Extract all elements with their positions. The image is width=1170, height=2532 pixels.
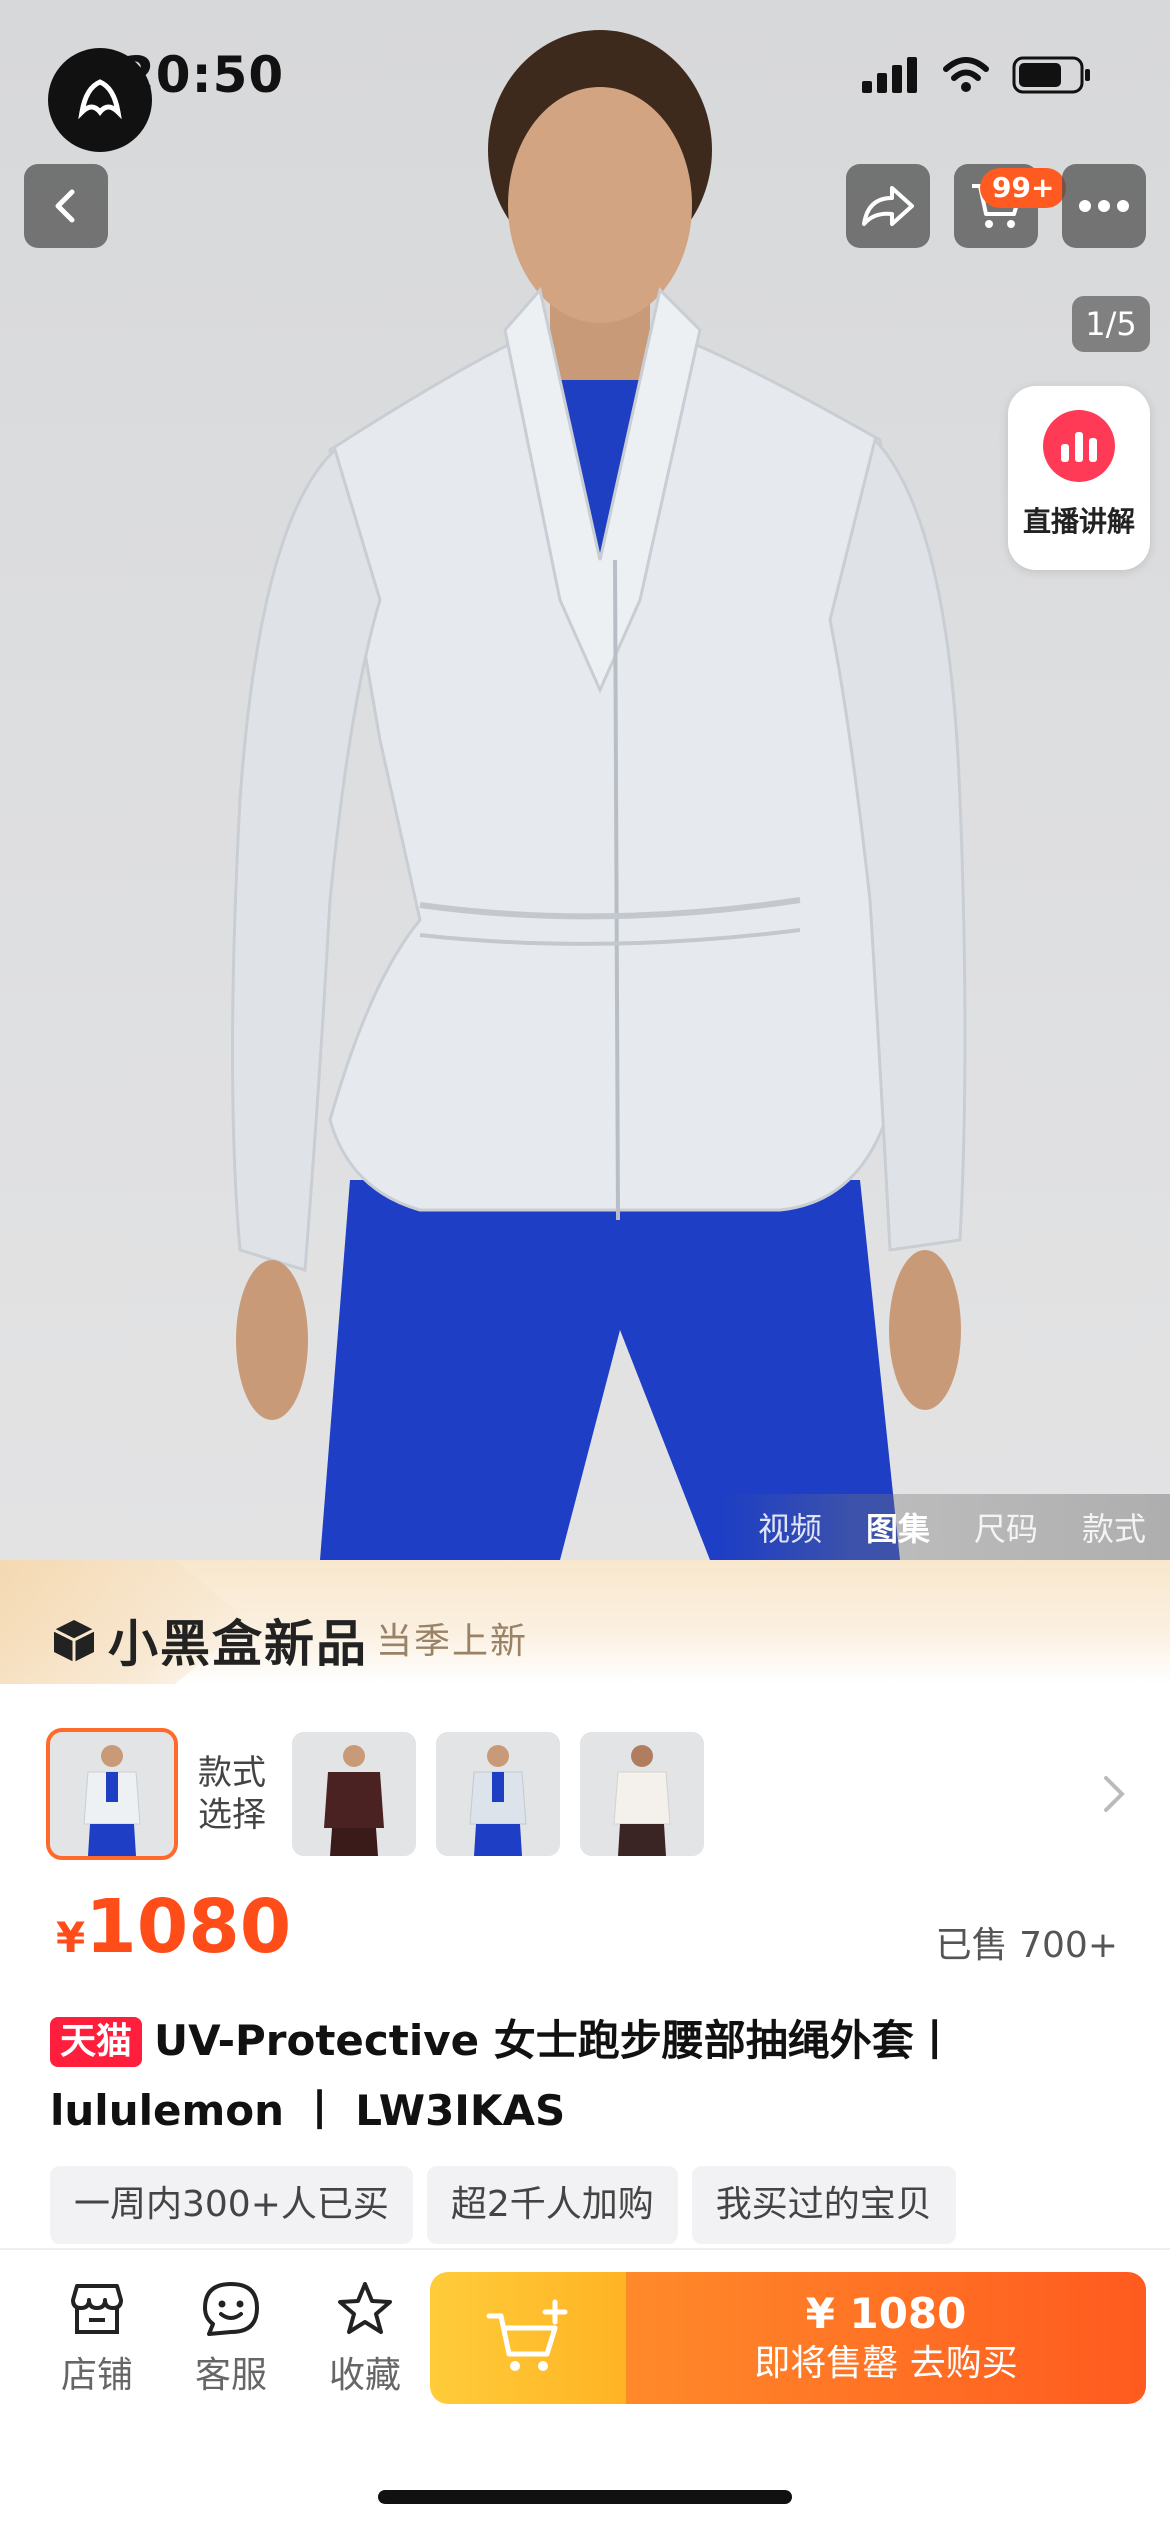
customer-service-label: 客服 (194, 2355, 267, 2396)
new-arrival-banner[interactable]: 小黑盒新品 当季上新 (0, 1560, 1170, 1684)
price: ¥1080 (56, 1884, 291, 1970)
share-arrow-icon (862, 186, 914, 226)
buy-label: 即将售罄 去购买 (754, 2343, 1018, 2384)
variant-thumb-4[interactable] (580, 1732, 704, 1856)
live-bars-icon (1043, 410, 1115, 482)
customer-service-button[interactable]: 客服 (164, 2280, 298, 2398)
product-title-text: UV-Protective 女士跑步腰部抽绳外套丨lululemon 丨 LW3… (50, 2016, 956, 2135)
product-gallery[interactable]: 20:50 99+ 1/5 直播讲解 视频 图集 尺码 款式 (0, 0, 1170, 1560)
promo-subtitle: 当季上新 (376, 1621, 529, 1662)
tmall-badge: 天猫 (50, 2017, 143, 2067)
product-title: 天猫 UV-Protective 女士跑步腰部抽绳外套丨lululemon 丨 L… (50, 2006, 1130, 2146)
cart-add-icon (486, 2299, 568, 2371)
wifi-icon (943, 57, 989, 92)
variant-image (580, 1732, 704, 1856)
more-dots-icon (1079, 200, 1129, 212)
divider (0, 2248, 1170, 2250)
buy-now-button[interactable]: ¥ 1080 即将售罄 去购买 (626, 2272, 1146, 2404)
home-indicator (378, 2490, 792, 2504)
price-amount: 1080 (85, 1884, 292, 1970)
chat-smile-icon (203, 2282, 259, 2336)
tab-size[interactable]: 尺码 (974, 1504, 1038, 1550)
variant-label: 款式 选择 (198, 1753, 266, 1835)
tab-gallery[interactable]: 图集 (866, 1504, 930, 1550)
back-button[interactable] (24, 164, 108, 248)
tag-purchased-before[interactable]: 我买过的宝贝 (691, 2166, 956, 2244)
variant-selector: 款式 选择 (46, 1728, 724, 1860)
cellular-signal-icon (862, 57, 917, 93)
social-proof-tags: 一周内300+人已买 超2千人加购 我买过的宝贝 (50, 2166, 956, 2244)
variant-thumb-1[interactable] (46, 1728, 178, 1860)
live-explain-button[interactable]: 直播讲解 (1008, 386, 1150, 570)
cart-count-badge: 99+ (980, 168, 1067, 208)
buy-price: ¥ 1080 (805, 2289, 967, 2338)
variant-thumb-2[interactable] (292, 1732, 416, 1856)
tab-video[interactable]: 视频 (758, 1504, 822, 1550)
store-icon (71, 2284, 123, 2334)
battery-icon (1012, 56, 1090, 94)
store-label: 店铺 (60, 2355, 133, 2396)
variant-image (292, 1732, 416, 1856)
variant-image (436, 1732, 560, 1856)
tag-weekly-buyers[interactable]: 一周内300+人已买 (50, 2166, 413, 2244)
chevron-left-icon (55, 189, 75, 223)
status-icons (862, 56, 1092, 94)
purchase-bar: ¥ 1080 即将售罄 去购买 (430, 2272, 1146, 2404)
variant-thumb-3[interactable] (436, 1732, 560, 1856)
promo-title: 小黑盒新品 (108, 1615, 368, 1673)
share-button[interactable] (846, 164, 930, 248)
favorite-button[interactable]: 收藏 (298, 2280, 432, 2398)
sold-count: 已售 700+ (935, 1925, 1118, 1966)
variant-image (50, 1732, 174, 1856)
variants-more-button[interactable] (1102, 1774, 1126, 1818)
gallery-page-indicator: 1/5 (1072, 296, 1150, 352)
gallery-tabs: 视频 图集 尺码 款式 (720, 1494, 1170, 1560)
more-button[interactable] (1062, 164, 1146, 248)
star-icon (338, 2282, 392, 2334)
box-icon (53, 1620, 95, 1662)
tag-cart-adds[interactable]: 超2千人加购 (426, 2166, 678, 2244)
favorite-label: 收藏 (328, 2355, 401, 2396)
chevron-right-icon (1104, 1776, 1125, 1812)
live-explain-label: 直播讲解 (1022, 505, 1135, 538)
tab-style[interactable]: 款式 (1082, 1504, 1146, 1550)
price-currency: ¥ (56, 1913, 86, 1962)
add-to-cart-button[interactable] (430, 2272, 626, 2404)
bottom-action-icons: 店铺 客服 收藏 (30, 2280, 432, 2398)
status-time: 20:50 (120, 46, 285, 104)
store-button[interactable]: 店铺 (30, 2280, 164, 2398)
